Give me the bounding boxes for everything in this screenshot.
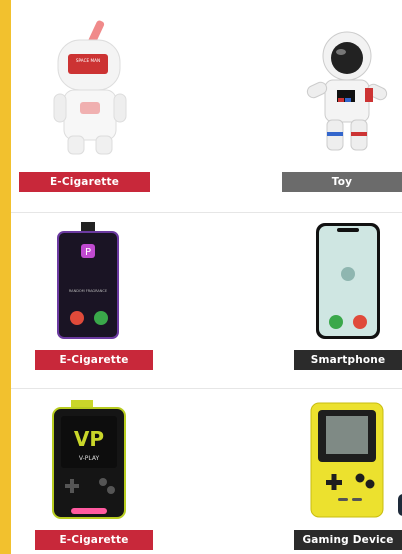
astronaut-vape-icon: SPACE MAN — [46, 18, 136, 158]
edge-decoration — [398, 494, 402, 516]
row-divider — [11, 388, 402, 389]
vape-screen-text: RANDOM FRAGRANCE — [69, 289, 107, 293]
gameboy-icon — [310, 402, 384, 518]
vape-brand-text: V-PLAY — [79, 455, 100, 462]
astronaut-toy-icon — [301, 28, 391, 158]
vape-screen-text: SPACE MAN — [76, 58, 100, 63]
label-toy: Toy — [282, 172, 402, 192]
svg-text:P: P — [85, 247, 91, 258]
comparison-panel: SPACE MAN E-Cigarette Toy P RANDOM FRAGR… — [11, 0, 402, 554]
phone-vape-icon: P RANDOM FRAGRANCE — [55, 222, 121, 340]
label-ecigarette-2: E-Cigarette — [35, 350, 153, 370]
row-divider — [11, 212, 402, 213]
gameboy-vape-icon: VP V-PLAY — [51, 400, 127, 520]
svg-text:VP: VP — [74, 427, 104, 451]
label-smartphone: Smartphone — [294, 350, 402, 370]
label-ecigarette-1: E-Cigarette — [19, 172, 150, 192]
label-ecigarette-3: E-Cigarette — [35, 530, 153, 550]
label-gaming-device: Gaming Device — [294, 530, 402, 550]
smartphone-icon — [315, 222, 381, 340]
